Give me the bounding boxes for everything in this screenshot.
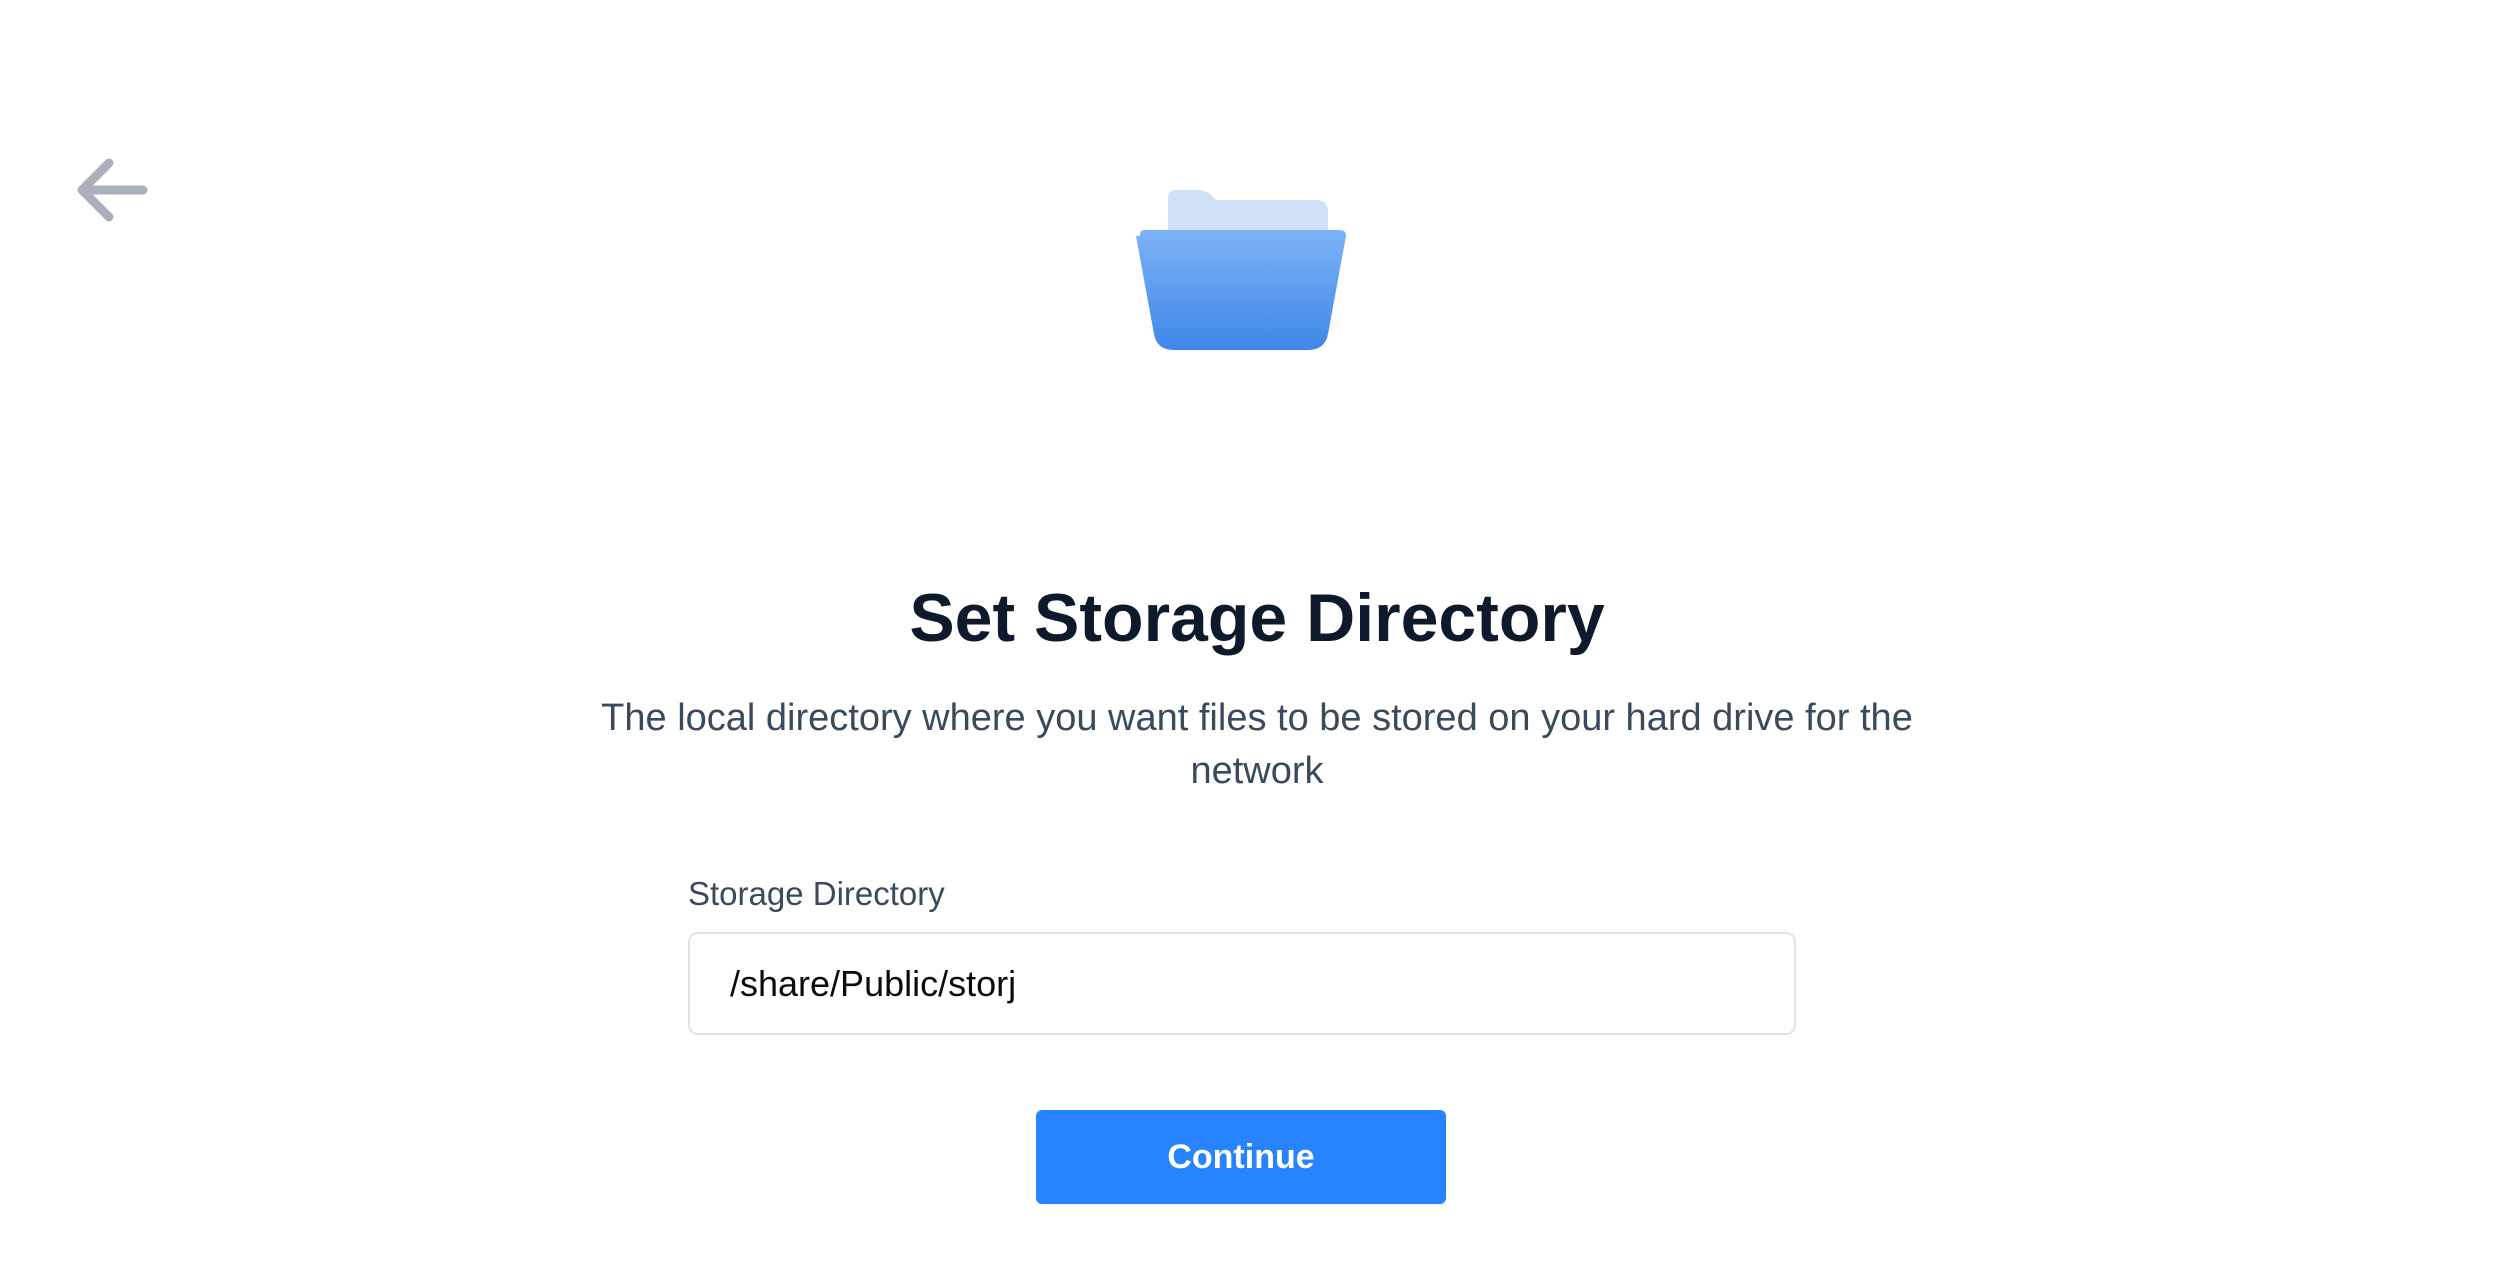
back-button[interactable] [72,150,152,230]
page-description: The local directory where you want files… [601,697,1913,792]
setup-page: Set Storage Directory The local director… [0,0,2514,1266]
storage-directory-label: Storage Directory [688,875,945,912]
continue-button[interactable]: Continue [1036,1110,1446,1204]
page-title: Set Storage Directory [909,580,1605,656]
folder-open-icon [1136,190,1346,350]
storage-directory-input[interactable] [690,934,1794,1033]
arrow-left-icon [77,158,148,222]
storage-directory-field[interactable] [688,932,1796,1035]
